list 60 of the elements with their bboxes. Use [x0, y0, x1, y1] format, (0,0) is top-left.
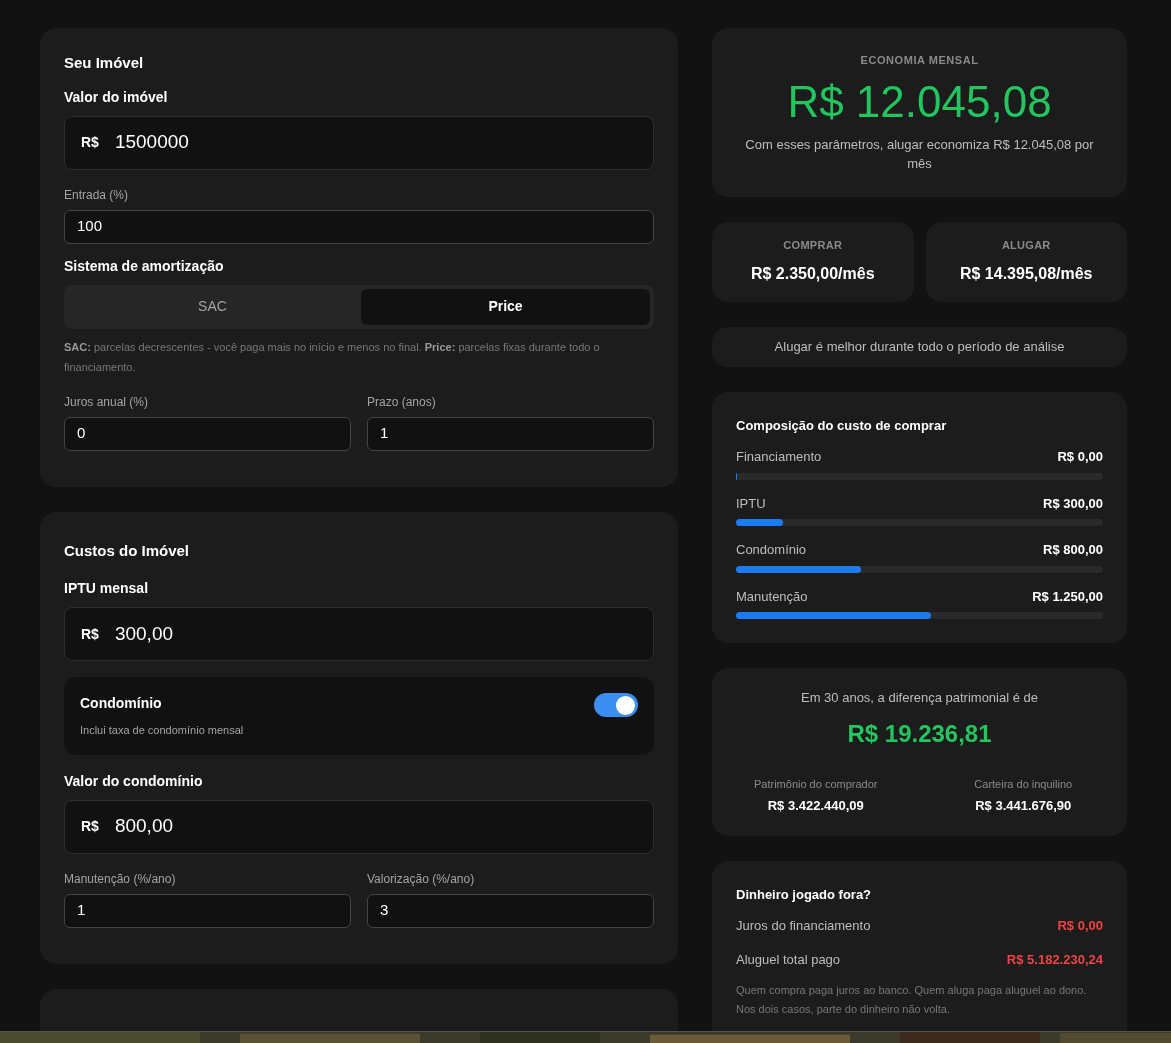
input-field[interactable]: 100: [64, 209, 654, 244]
card-title: Dinheiro jogado fora?: [736, 885, 873, 904]
expense-value: R$ 5.182.230,24: [1006, 950, 1103, 969]
field-label: Entrada (%): [64, 186, 130, 204]
input-field[interactable]: 1: [367, 416, 654, 451]
input-field[interactable]: 1: [64, 893, 351, 928]
input-value: 1500000: [114, 130, 189, 155]
currency-prefix: R$: [81, 133, 99, 152]
input-field[interactable]: R$ 1500000: [64, 115, 654, 170]
field-label: Valor do imóvel: [64, 87, 169, 107]
cost-label: Financiamento: [736, 448, 822, 466]
segment-option[interactable]: SAC: [68, 288, 357, 325]
input-value: 800,00: [114, 814, 174, 839]
comparison-label: ALUGAR: [1001, 238, 1051, 254]
expense-label: Aluguel total pago: [736, 950, 841, 969]
input-field[interactable]: 3: [367, 893, 654, 928]
verdict-text: Alugar é melhor durante todo o período de análise: [774, 337, 1065, 356]
wealth-value: R$ 3.422.440,09: [767, 797, 864, 815]
expense-value: R$ 0,00: [1057, 917, 1103, 935]
cost-label: IPTU: [736, 494, 766, 513]
help-text: Quem compra paga juros ao banco. Quem aluga paga aluguel ao dono. Nos dois casos, parte do dinheiro não volta.: [736, 983, 1088, 1017]
help-text: SAC: parcelas decrescentes - você paga mais no início e menos no final. Price: parcelas fixas durante todo o financiamento.: [64, 339, 601, 375]
input-value: 300,00: [114, 621, 174, 646]
wealth-value: R$ 3.441.676,90: [975, 797, 1072, 815]
expense-label: Juros do financiamento: [736, 917, 871, 935]
cost-label: Condomínio: [736, 541, 807, 559]
field-label: Valorização (%/ano): [367, 870, 476, 888]
currency-prefix: R$: [81, 817, 99, 836]
cost-value: R$ 300,00: [1043, 494, 1103, 513]
field-label: IPTU mensal: [64, 579, 150, 598]
input-field[interactable]: R$ 300,00: [64, 607, 654, 661]
field-label: Valor do condomínio: [64, 771, 204, 791]
cost-value: R$ 0,00: [1057, 448, 1103, 466]
field-label: Juros anual (%): [64, 393, 150, 411]
wealth-label: Patrimônio do comprador: [754, 776, 878, 792]
cost-value: R$ 1.250,00: [1032, 587, 1103, 606]
cost-label: Manutenção: [736, 587, 808, 606]
field-label: Sistema de amortização: [64, 256, 225, 276]
savings-amount: R$ 12.045,08: [787, 75, 1052, 128]
card-title: Seu Imóvel: [64, 53, 145, 73]
field-label: Prazo (anos): [367, 393, 437, 411]
wealth-label: Carteira do inquilino: [974, 776, 1073, 792]
currency-prefix: R$: [81, 624, 99, 644]
comparison-label: COMPRAR: [783, 238, 843, 254]
field-label: Manutenção (%/ano): [64, 870, 177, 888]
input-field[interactable]: 0: [64, 416, 351, 451]
toggle-title: Condomínio: [80, 694, 163, 713]
toggle-switch[interactable]: [594, 693, 638, 717]
comparison-value: R$ 2.350,00/mês: [750, 263, 875, 284]
cost-value: R$ 800,00: [1043, 541, 1103, 559]
input-field[interactable]: R$ 800,00: [64, 799, 654, 854]
card-title: Composição do custo de comprar: [736, 416, 948, 435]
wealth-amount: R$ 19.236,81: [847, 718, 992, 749]
comparison-value: R$ 14.395,08/mês: [959, 263, 1093, 284]
wealth-caption: Em 30 anos, a diferença patrimonial é de: [801, 689, 1038, 707]
card-title: Custos do Imóvel: [64, 540, 191, 561]
savings-label: ECONOMIA MENSAL: [860, 53, 979, 68]
savings-description: Com esses parâmetros, alugar economiza R$ 12.045,08 por mês: [744, 135, 1095, 173]
segment-option[interactable]: Price: [361, 288, 650, 325]
toggle-description: Inclui taxa de condomínio mensal: [80, 723, 244, 738]
